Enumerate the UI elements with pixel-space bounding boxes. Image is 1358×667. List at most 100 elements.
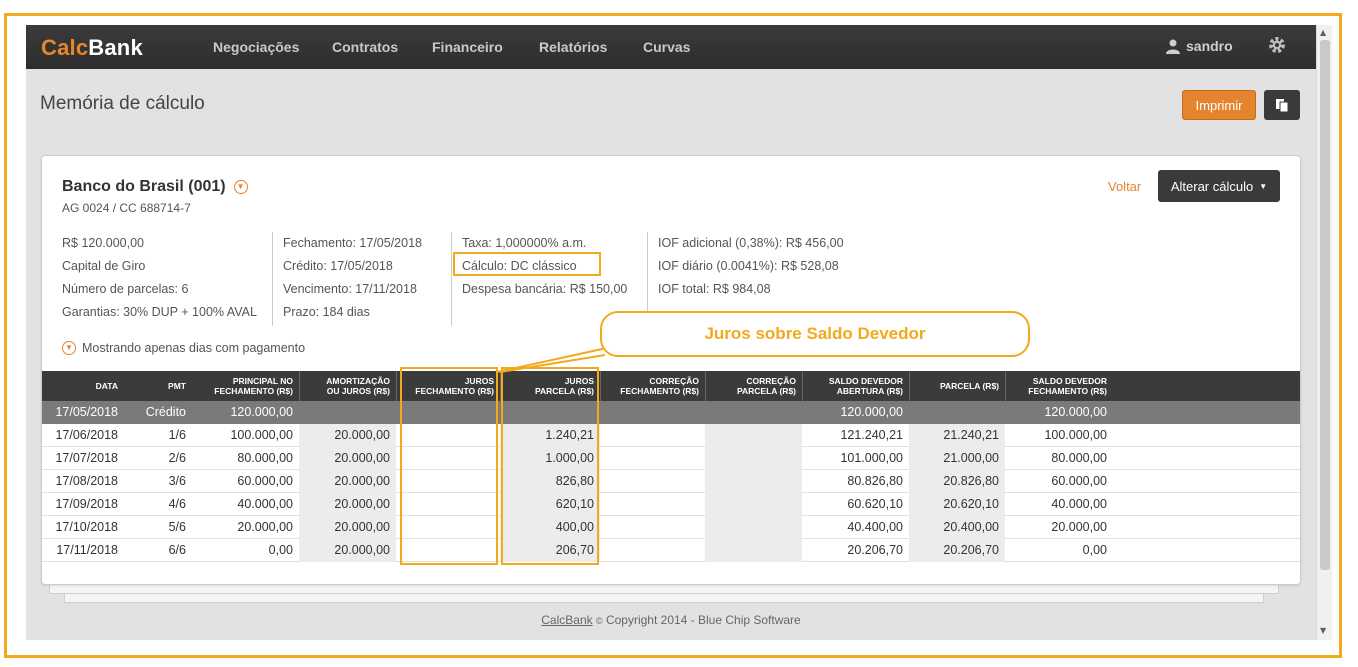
- term: Prazo: 184 dias: [283, 305, 370, 319]
- nav-negociacoes[interactable]: Negociações: [213, 39, 299, 55]
- table-cell: [705, 470, 802, 493]
- table-cell: [705, 424, 802, 447]
- table-cell: 20.000,00: [299, 539, 396, 562]
- table-cell: 20.000,00: [237, 520, 293, 534]
- app-window: CalcBank Negociações Contratos Financeir…: [26, 25, 1316, 640]
- table-cell: 17/09/2018: [55, 497, 118, 511]
- table-cell: Crédito: [145, 405, 186, 419]
- col-header-correction-closing: CORREÇÃO FECHAMENTO (R$): [600, 371, 705, 401]
- top-navbar: CalcBank Negociações Contratos Financeir…: [26, 25, 1316, 69]
- table-row: 17/05/2018 Crédito 120.000,00 120.000,00 120…: [42, 401, 1300, 424]
- table-cell: 1/6: [168, 428, 186, 442]
- print-button[interactable]: Imprimir: [1182, 90, 1256, 120]
- callout-pointer: [497, 342, 616, 373]
- credit-date: Crédito: 17/05/2018: [283, 259, 393, 273]
- table-cell: 6/6: [168, 543, 186, 557]
- info-column-dates: Fechamento: 17/05/2018 Crédito: 17/05/20…: [272, 232, 422, 326]
- info-column-rates: Taxa: 1,000000% a.m. Cálculo: DC clássic…: [451, 232, 627, 326]
- user-name: sandro: [1186, 38, 1233, 54]
- callout-interest-on-balance: Juros sobre Saldo Devedor: [600, 311, 1030, 357]
- interest-closing-highlight: [400, 367, 498, 565]
- table-cell: 40.000,00: [237, 497, 293, 511]
- table-cell: 120.000,00: [1044, 405, 1107, 419]
- table-cell: [600, 401, 705, 424]
- scroll-thumb[interactable]: [1320, 40, 1330, 570]
- table-cell: 3/6: [168, 474, 186, 488]
- calc-method-highlight: [453, 252, 601, 276]
- table-cell: 120.000,00: [230, 405, 293, 419]
- col-header-date: DATA: [95, 381, 118, 391]
- table-cell: 40.400,00: [847, 520, 903, 534]
- table-cell: 60.000,00: [237, 474, 293, 488]
- table-cell: [909, 401, 1005, 424]
- bank-expense: Despesa bancária: R$ 150,00: [462, 282, 628, 296]
- nav-curvas[interactable]: Curvas: [643, 39, 690, 55]
- table-cell: [299, 401, 396, 424]
- col-header-installment: PARCELA (R$): [909, 371, 1005, 401]
- back-link[interactable]: Voltar: [1108, 179, 1141, 194]
- footer: CalcBank © Copyright 2014 - Blue Chip So…: [26, 613, 1316, 627]
- table-cell: [600, 539, 705, 562]
- table-cell: 17/10/2018: [55, 520, 118, 534]
- table-cell: 20.000,00: [299, 447, 396, 470]
- vertical-scrollbar[interactable]: ▲ ▼: [1316, 25, 1332, 640]
- table-row: 17/09/2018 4/6 40.000,00 20.000,00 620,10 60.…: [42, 493, 1300, 516]
- chevron-down-icon[interactable]: ▼: [233, 180, 248, 194]
- table-cell: 0,00: [1082, 543, 1107, 557]
- user-icon: [1166, 39, 1180, 54]
- table-cell: 20.620,10: [909, 493, 1005, 516]
- loan-amount: R$ 120.000,00: [62, 236, 145, 250]
- table-cell: [600, 516, 705, 539]
- bank-account: AG 0024 / CC 688714-7: [62, 201, 191, 215]
- nav-contratos[interactable]: Contratos: [332, 39, 398, 55]
- table-cell: 120.000,00: [840, 405, 903, 419]
- table-cell: 40.000,00: [1051, 497, 1107, 511]
- calculation-table: DATA PMT PRINCIPAL NO FECHAMENTO (R$) AMO…: [42, 371, 1300, 562]
- table-row: 17/10/2018 5/6 20.000,00 20.000,00 400,00 40.…: [42, 516, 1300, 539]
- alter-calculation-button[interactable]: Alterar cálculo ▼: [1158, 170, 1280, 202]
- brand-logo[interactable]: CalcBank: [41, 35, 143, 61]
- table-row: 17/06/2018 1/6 100.000,00 20.000,00 1.240,21…: [42, 424, 1300, 447]
- copy-button[interactable]: [1264, 90, 1300, 120]
- user-menu[interactable]: sandro: [1166, 38, 1233, 54]
- table-cell: 5/6: [168, 520, 186, 534]
- col-header-balance-closing: SALDO DEVEDOR FECHAMENTO (R$): [1005, 371, 1113, 401]
- payment-days-filter[interactable]: ▼ Mostrando apenas dias com pagamento: [62, 341, 305, 355]
- chevron-down-icon: ▼: [62, 341, 76, 355]
- footer-text: Copyright 2014 - Blue Chip Software: [605, 613, 801, 627]
- table-cell: [600, 493, 705, 516]
- footer-link[interactable]: CalcBank: [541, 613, 592, 627]
- scroll-up-icon[interactable]: ▲: [1320, 28, 1326, 37]
- table-body: 17/05/2018 Crédito 120.000,00 120.000,00 120…: [42, 401, 1300, 562]
- closing-date: Fechamento: 17/05/2018: [283, 236, 422, 250]
- table-cell: 60.000,00: [1051, 474, 1107, 488]
- table-cell: 20.000,00: [1051, 520, 1107, 534]
- scroll-down-icon[interactable]: ▼: [1320, 626, 1326, 635]
- bank-name[interactable]: Banco do Brasil (001) ▼: [62, 178, 248, 196]
- gear-icon[interactable]: [1268, 36, 1286, 59]
- iof-additional: IOF adicional (0,38%): R$ 456,00: [658, 236, 844, 250]
- table-cell: [600, 470, 705, 493]
- table-header: DATA PMT PRINCIPAL NO FECHAMENTO (R$) AMO…: [42, 371, 1300, 401]
- table-cell: 100.000,00: [1044, 428, 1107, 442]
- due-date: Vencimento: 17/11/2018: [283, 282, 417, 296]
- table-row: 17/11/2018 6/6 0,00 20.000,00 206,70 20.206,7…: [42, 539, 1300, 562]
- calculation-card: Banco do Brasil (001) ▼ AG 0024 / CC 688…: [41, 155, 1301, 585]
- table-row: 17/08/2018 3/6 60.000,00 20.000,00 826,80 80.…: [42, 470, 1300, 493]
- iof-total: IOF total: R$ 984,08: [658, 282, 771, 296]
- table-cell: 20.000,00: [299, 493, 396, 516]
- col-header-amortization: AMORTIZAÇÃO OU JUROS (R$): [299, 371, 396, 401]
- page-title: Memória de cálculo: [40, 93, 205, 114]
- table-cell: 17/11/2018: [56, 543, 118, 557]
- nav-relatorios[interactable]: Relatórios: [539, 39, 607, 55]
- table-cell: 20.826,80: [909, 470, 1005, 493]
- col-header-principal: PRINCIPAL NO FECHAMENTO (R$): [214, 376, 293, 396]
- table-cell: 101.000,00: [840, 451, 903, 465]
- table-cell: 20.206,70: [847, 543, 903, 557]
- table-cell: 20.000,00: [299, 424, 396, 447]
- table-cell: 80.826,80: [847, 474, 903, 488]
- nav-financeiro[interactable]: Financeiro: [432, 39, 503, 55]
- loan-type: Capital de Giro: [62, 259, 146, 273]
- table-cell: 21.240,21: [909, 424, 1005, 447]
- copy-icon: [1276, 99, 1289, 112]
